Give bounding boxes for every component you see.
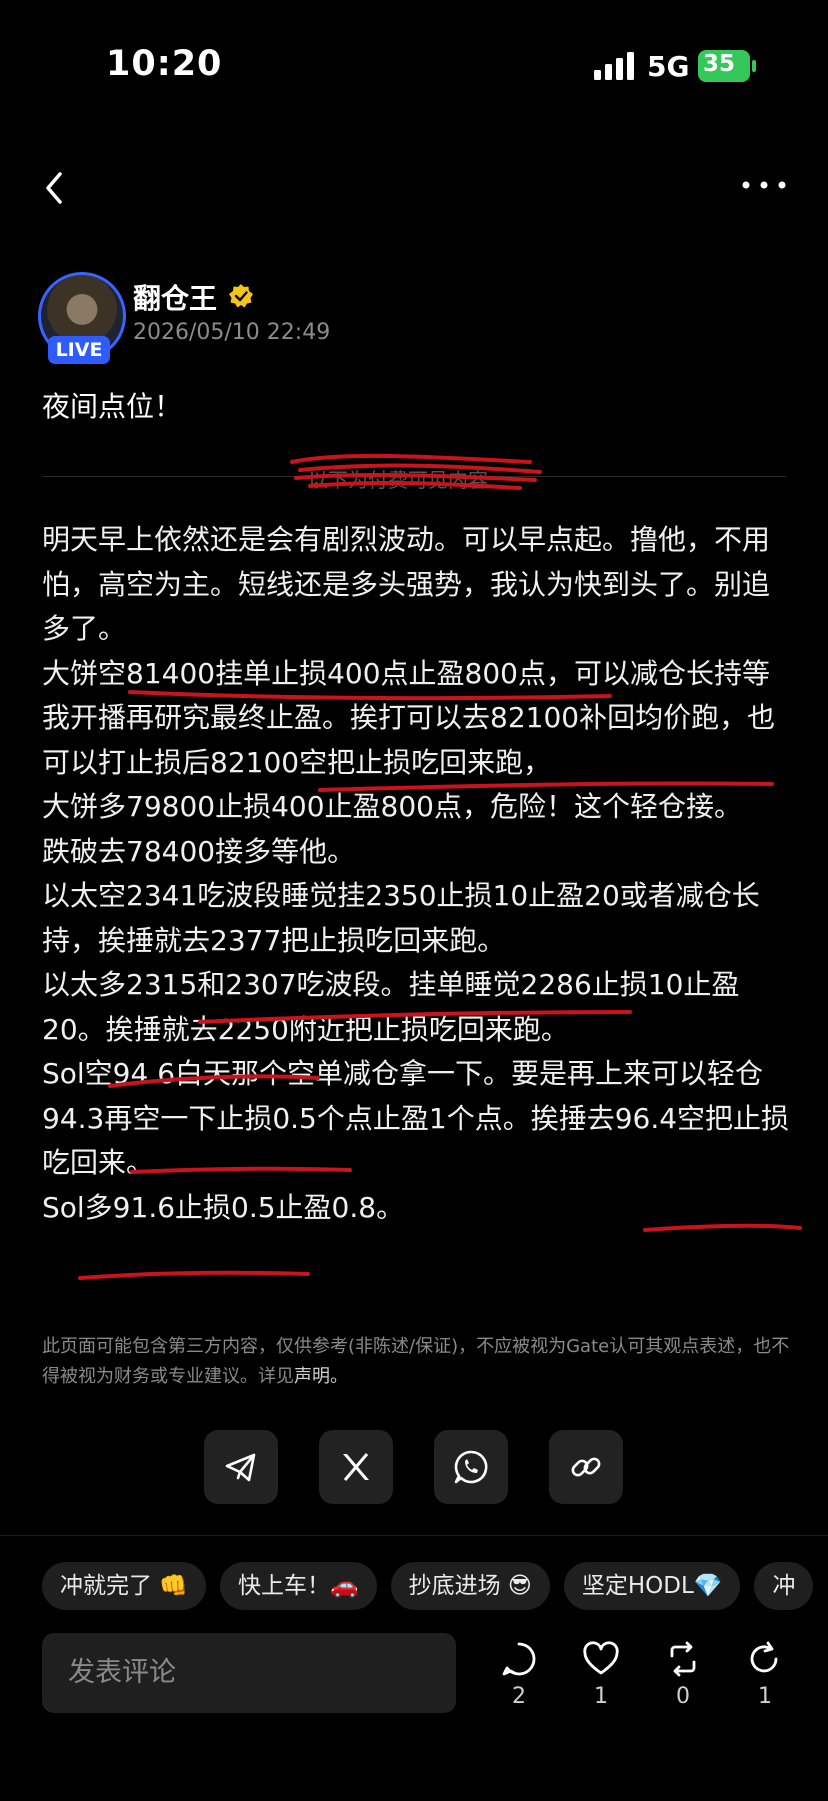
post-title: 夜间点位！	[42, 390, 183, 423]
post-paragraph: 大饼空81400挂单止损400点止盈800点，可以减仓长持等我开播再研究最终止盈…	[42, 656, 776, 779]
reaction-chip[interactable]: 冲就完了 👊	[42, 1562, 206, 1610]
post-paragraph: Sol多91.6止损0.5止盈0.8。	[42, 1190, 405, 1224]
author-name[interactable]: 翻仓王	[133, 277, 217, 317]
like-action[interactable]: 1	[576, 1640, 626, 1709]
reaction-chip[interactable]: 坚定HODL💎	[563, 1562, 741, 1610]
share-action[interactable]: 1	[740, 1640, 790, 1709]
paywall-divider-label: 以下为付费可见内容	[302, 464, 494, 493]
reaction-chip[interactable]: 抄底进场 😎	[390, 1562, 550, 1610]
post-paragraph: 以太多2315和2307吃波段。挂单睡觉2286止损10止盈20。挨捶就去225…	[42, 968, 740, 1046]
share-x-button[interactable]	[319, 1430, 393, 1504]
more-options-icon[interactable]	[740, 178, 788, 192]
x-icon	[343, 1453, 369, 1481]
repost-action[interactable]: 0	[658, 1640, 708, 1709]
heart-icon	[583, 1641, 619, 1675]
network-type: 5G	[647, 50, 690, 83]
comment-input[interactable]: 发表评论	[42, 1633, 456, 1713]
status-time: 10:20	[106, 44, 223, 84]
cellular-signal-icon	[594, 52, 634, 80]
disclaimer-link[interactable]: 声明。	[294, 1366, 348, 1387]
reaction-chips: 冲就完了 👊 快上车！🚗 抄底进场 😎 坚定HODL💎 冲	[42, 1562, 828, 1612]
back-icon[interactable]	[40, 168, 70, 208]
telegram-icon	[225, 1453, 256, 1482]
share-copy-link-button[interactable]	[549, 1430, 623, 1504]
share-count: 1	[758, 1684, 772, 1709]
battery-icon: 35	[698, 50, 756, 82]
post-paragraph: 大饼多79800止损400止盈800点，危险！这个轻仓接。	[42, 790, 742, 823]
comment-count: 2	[512, 1684, 526, 1709]
post-paragraph: 跌破去78400接多等他。	[42, 834, 356, 868]
repost-icon	[670, 1641, 696, 1677]
post-body: 明天早上依然还是会有剧烈波动。可以早点起。撸他，不用怕，高空为主。短线还是多头强…	[42, 518, 792, 1230]
share-telegram-button[interactable]	[204, 1430, 278, 1504]
post-paragraph: 明天早上依然还是会有剧烈波动。可以早点起。撸他，不用怕，高空为主。短线还是多头强…	[42, 523, 771, 645]
verified-icon	[229, 284, 253, 308]
repost-count: 0	[676, 1684, 690, 1709]
share-whatsapp-button[interactable]	[434, 1430, 508, 1504]
section-separator	[0, 1535, 828, 1536]
reaction-chip[interactable]: 快上车！🚗	[219, 1562, 377, 1610]
post-paragraph: Sol空94.6白天那个空单减仓拿一下。要是再上来可以轻仓94.3再空一下止损0…	[42, 1057, 790, 1179]
post-date: 2026/05/10 22:49	[133, 320, 331, 345]
share-icon	[750, 1641, 778, 1673]
live-badge[interactable]: LIVE	[48, 336, 110, 364]
like-count: 1	[594, 1684, 608, 1709]
disclaimer-text: 此页面可能包含第三方内容，仅供参考(非陈述/保证)，不应被视为Gate认可其观点…	[42, 1336, 790, 1387]
whatsapp-icon	[454, 1450, 488, 1484]
comment-action[interactable]: 2	[494, 1640, 544, 1709]
link-icon	[571, 1457, 601, 1477]
battery-level: 35	[703, 51, 736, 77]
reaction-chip[interactable]: 冲	[754, 1562, 814, 1610]
post-paragraph: 以太空2341吃波段睡觉挂2350止损10止盈20或者减仓长持，挨捶就去2377…	[42, 879, 760, 957]
comment-icon	[502, 1642, 536, 1676]
disclaimer: 此页面可能包含第三方内容，仅供参考(非陈述/保证)，不应被视为Gate认可其观点…	[42, 1332, 792, 1392]
